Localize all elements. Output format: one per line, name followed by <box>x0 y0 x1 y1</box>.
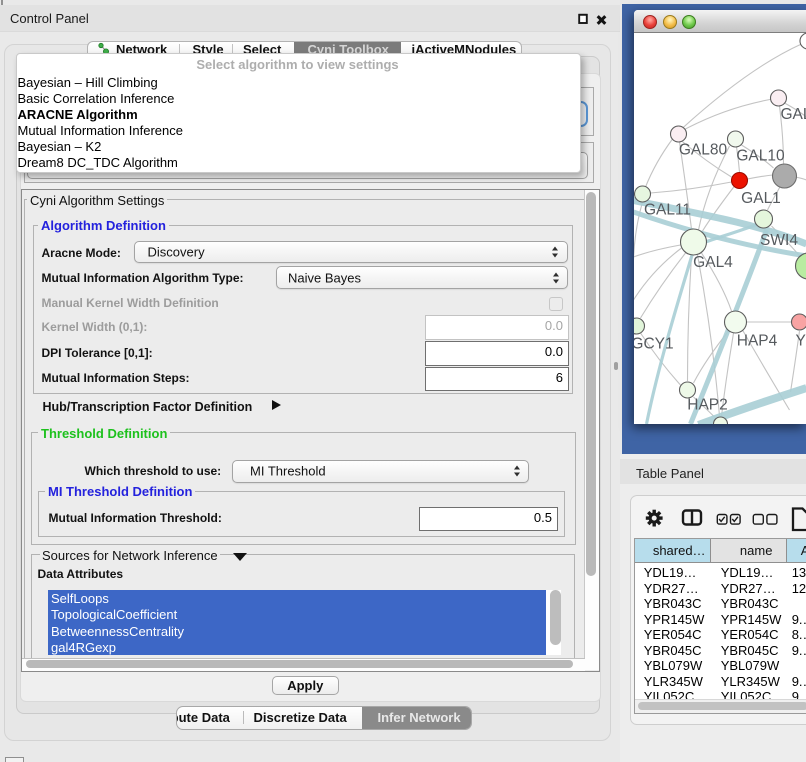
svg-text:GAL1: GAL1 <box>741 190 781 207</box>
svg-text:SWI4: SWI4 <box>760 232 798 249</box>
svg-text:YM: YM <box>795 333 806 350</box>
svg-text:HAP2: HAP2 <box>687 397 728 414</box>
svg-text:GAL11: GAL11 <box>643 202 690 219</box>
svg-text:GAL4: GAL4 <box>693 254 733 271</box>
svg-text:HAP4: HAP4 <box>736 333 777 350</box>
svg-text:GAL2: GAL2 <box>780 106 806 123</box>
svg-text:GCY1: GCY1 <box>634 336 674 353</box>
svg-text:GAL10: GAL10 <box>736 148 785 165</box>
svg-text:GAL80: GAL80 <box>678 142 727 159</box>
